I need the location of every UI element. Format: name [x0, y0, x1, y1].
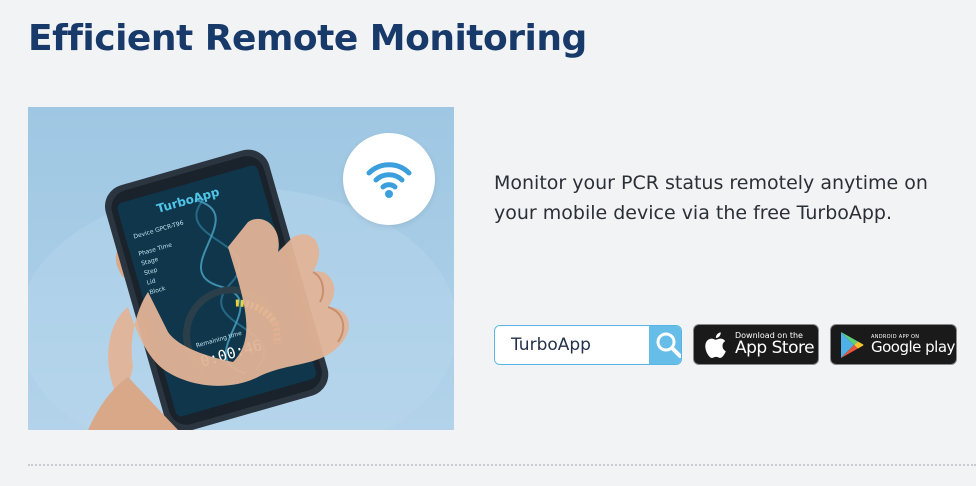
google-play-big-text: Google play — [871, 337, 955, 356]
description-text: Monitor your PCR status remotely anytime… — [494, 172, 928, 224]
play-icon — [841, 331, 864, 358]
app-store-big-text: App Store — [735, 338, 815, 358]
app-search — [494, 325, 682, 365]
search-button[interactable] — [649, 326, 681, 364]
apple-icon — [705, 331, 726, 358]
search-input[interactable] — [495, 326, 649, 364]
search-icon — [656, 332, 681, 358]
wifi-icon — [366, 162, 412, 198]
section-divider — [28, 464, 976, 466]
hero-image: TurboApp Device GPCR-T96 Phase Time Stag… — [28, 107, 454, 430]
page-title: Efficient Remote Monitoring — [28, 18, 587, 59]
wifi-badge — [343, 133, 435, 225]
google-play-badge[interactable]: ANDROID APP ON Google play — [830, 324, 957, 365]
app-store-badge[interactable]: Download on the App Store — [693, 324, 819, 365]
